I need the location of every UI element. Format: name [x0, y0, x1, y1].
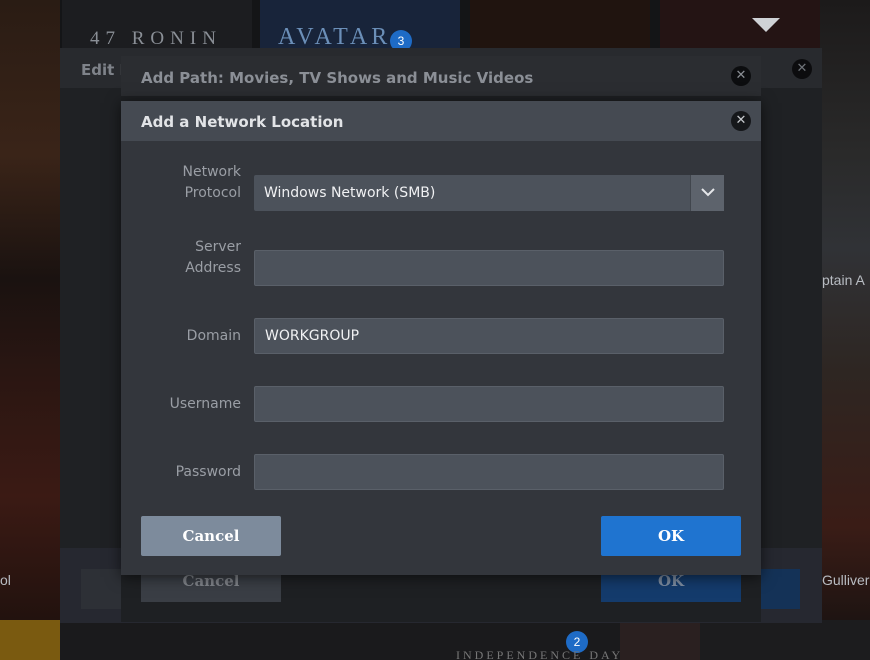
poster-top-3 [470, 0, 650, 50]
protocol-selected-value: Windows Network (SMB) [264, 185, 436, 201]
password-input[interactable] [254, 454, 724, 490]
server-address-input[interactable] [254, 250, 724, 286]
protocol-label-line1: Network [182, 164, 241, 180]
protocol-label-line2: Protocol [184, 185, 241, 201]
close-icon[interactable]: ✕ [792, 59, 812, 79]
poster-title-ronin: 47 RONIN [90, 28, 222, 49]
poster-title-bottom: INDEPENDENCE DAY [456, 648, 624, 660]
close-icon[interactable]: ✕ [731, 111, 751, 131]
chevron-down-icon [752, 18, 780, 32]
protocol-label: Network Protocol [131, 162, 241, 204]
protocol-select[interactable]: Windows Network (SMB) [254, 175, 724, 211]
domain-input[interactable]: WORKGROUP [254, 318, 724, 354]
dialog-title: Add Path: Movies, TV Shows and Music Vid… [141, 69, 534, 87]
poster-bottom-row [0, 620, 870, 660]
server-label-line1: Server [195, 239, 241, 255]
chevron-down-icon[interactable] [690, 175, 724, 211]
network-location-dialog: Add a Network Location ✕ Network Protoco… [121, 101, 761, 575]
password-label: Password [175, 464, 241, 480]
ok-button[interactable]: OK [601, 516, 741, 556]
domain-label: Domain [186, 328, 241, 344]
dialog-title: Add a Network Location [141, 113, 344, 131]
poster-caption-left: ol [0, 572, 11, 588]
poster-caption-right: Gulliver [822, 572, 870, 588]
server-label-line2: Address [185, 260, 241, 276]
cancel-button[interactable]: Cancel [141, 516, 281, 556]
poster-top-4 [660, 0, 820, 50]
poster-right [820, 0, 870, 620]
username-input[interactable] [254, 386, 724, 422]
poster-title-avatar: AVATAR [278, 24, 392, 50]
username-label: Username [169, 396, 241, 412]
poster-caption-right: ptain A [822, 272, 865, 288]
poster-left [0, 0, 60, 620]
close-icon[interactable]: ✕ [731, 66, 751, 86]
server-address-label: Server Address [131, 237, 241, 279]
